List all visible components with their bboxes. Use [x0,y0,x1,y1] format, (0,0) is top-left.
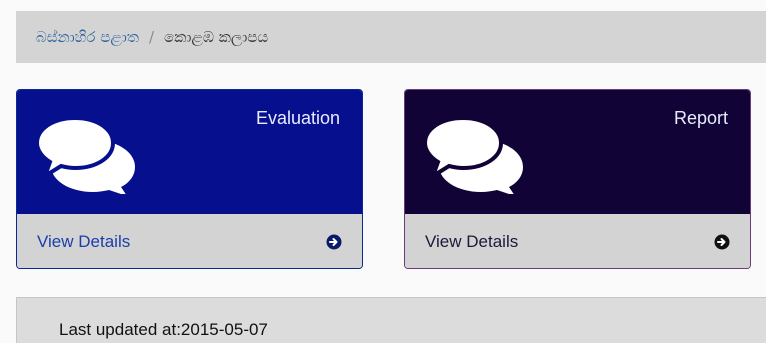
view-details-label: View Details [37,232,131,251]
page: බස්නාහිර පළාත / කොළඹ කලාපය Evaluation Vi… [0,0,766,343]
breadcrumb-link-province[interactable]: බස්නාහිර පළාත [36,28,139,46]
breadcrumb-current-zone: කොළඹ කලාපය [164,28,269,46]
arrow-circle-right-icon [714,234,730,250]
last-updated-text: Last updated at:2015-05-07 [59,320,268,339]
report-panel-heading: Report [405,90,750,214]
comments-icon [35,115,135,194]
info-panel: Last updated at:2015-05-07 [16,297,766,343]
report-view-details-link[interactable]: View Details [405,214,750,268]
evaluation-panel: Evaluation View Details [16,89,363,269]
report-panel: Report View Details [404,89,751,269]
comments-icon [423,115,523,194]
evaluation-view-details-link[interactable]: View Details [17,214,362,268]
evaluation-panel-heading: Evaluation [17,90,362,214]
breadcrumb: බස්නාහිර පළාත / කොළඹ කලාපය [16,11,766,63]
evaluation-title: Evaluation [255,108,340,128]
report-title: Report [673,108,728,128]
view-details-label: View Details [425,232,519,251]
breadcrumb-separator: / [148,28,155,46]
arrow-circle-right-icon [326,234,342,250]
